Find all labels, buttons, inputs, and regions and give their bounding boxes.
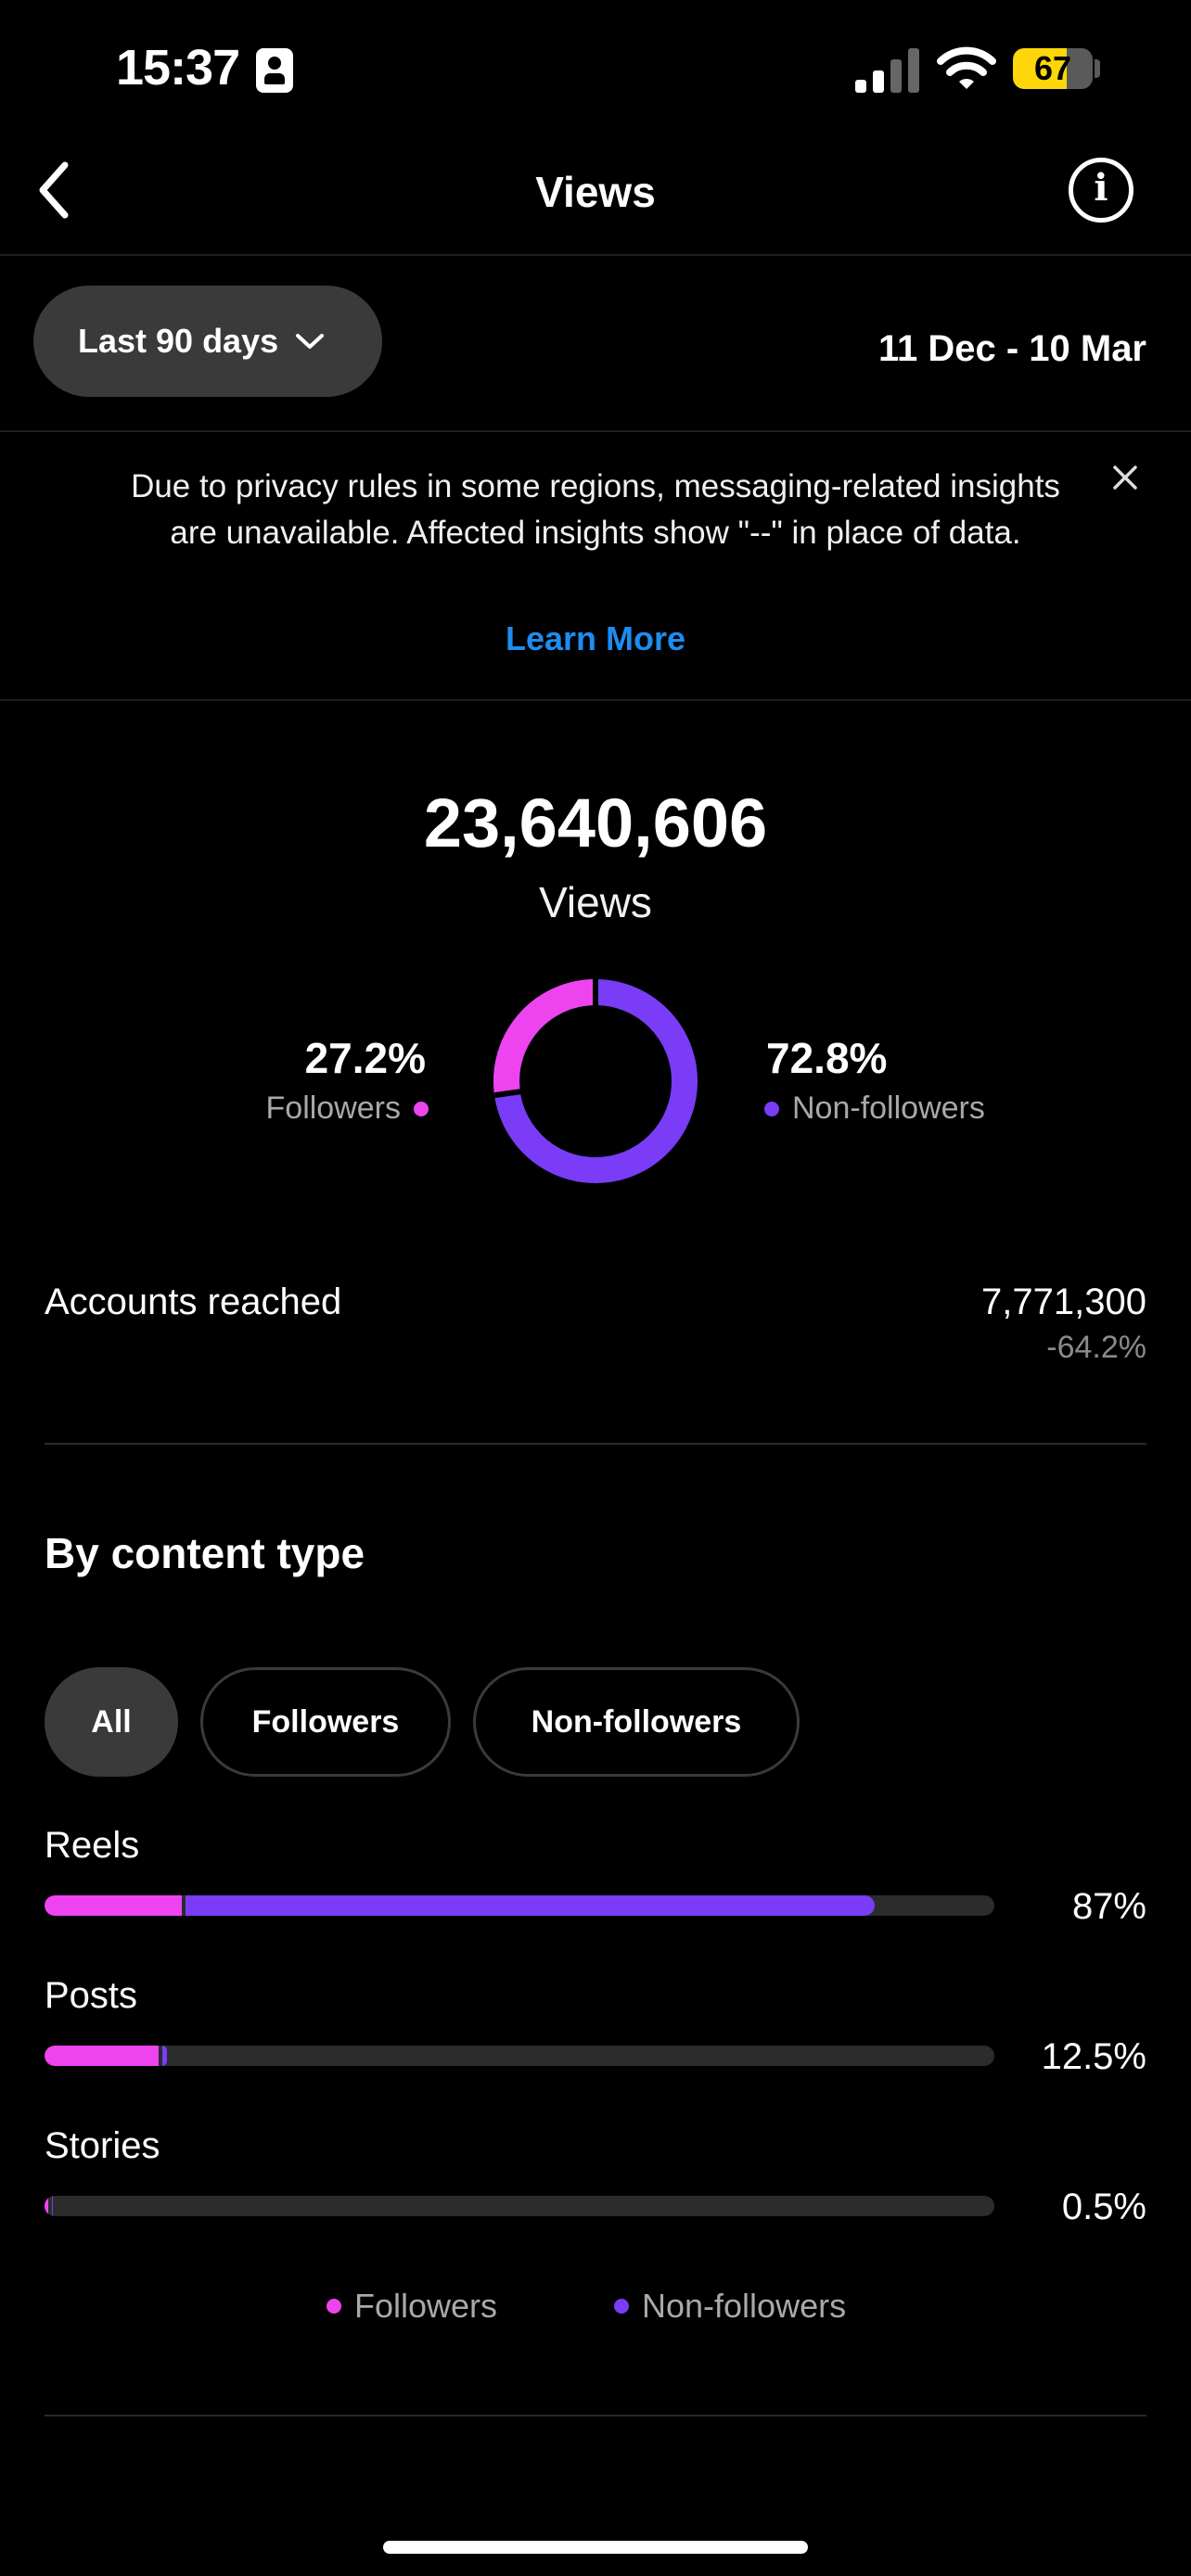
divider [45, 1443, 1146, 1445]
content-row-label: Stories [45, 2125, 160, 2166]
content-bar-track [45, 1895, 994, 1916]
chip-all[interactable]: All [45, 1667, 178, 1777]
chevron-down-icon [296, 334, 325, 349]
status-time: 15:37 [116, 40, 240, 96]
divider [0, 699, 1191, 701]
nonfollowers-dot [614, 2299, 629, 2314]
content-row-value: 0.5% [1061, 2187, 1146, 2227]
privacy-notice: Due to privacy rules in some regions, me… [131, 468, 1060, 551]
battery-percent: 67 [1033, 49, 1072, 87]
date-range-dropdown[interactable]: Last 90 days [33, 286, 382, 397]
nonfollowers-dot [764, 1101, 779, 1116]
views-label: Views [539, 878, 652, 926]
legend-nonfollowers: Non-followers [614, 2287, 846, 2326]
content-row-label: Posts [45, 1975, 138, 2016]
battery-nub [1095, 59, 1100, 78]
page-title: Views [535, 168, 656, 216]
followers-dot [327, 2299, 341, 2314]
date-range-text: 11 Dec - 10 Mar [877, 328, 1146, 369]
views-total: 23,640,606 [423, 784, 768, 861]
bar-followers-segment [45, 2046, 159, 2066]
accounts-reached-change: -64.2% [1046, 1330, 1146, 1365]
followers-legend: Followers [266, 1090, 429, 1127]
section-title: By content type [45, 1529, 365, 1577]
chip-followers[interactable]: Followers [200, 1667, 451, 1777]
bar-followers-segment [45, 1895, 183, 1916]
nonfollowers-percent: 72.8% [766, 1034, 888, 1082]
home-indicator[interactable] [383, 2541, 808, 2554]
bar-nonfollowers-segment [52, 2196, 54, 2216]
cellular-signal-icon [855, 46, 920, 93]
info-icon[interactable]: i [1069, 158, 1133, 223]
followers-label: Followers [265, 1090, 401, 1126]
bar-nonfollowers-segment [186, 1895, 875, 1916]
wifi-icon [937, 46, 996, 89]
content-row-label: Reels [45, 1825, 140, 1866]
nonfollowers-label: Non-followers [792, 1090, 985, 1126]
legend-label: Followers [354, 2287, 498, 2325]
nonfollowers-legend: Non-followers [764, 1090, 985, 1127]
close-icon[interactable] [1109, 462, 1141, 493]
bar-followers-segment [45, 2196, 49, 2216]
contact-card-icon [256, 48, 293, 93]
legend-followers: Followers [327, 2287, 497, 2326]
accounts-reached-value: 7,771,300 [981, 1282, 1146, 1322]
followers-percent: 27.2% [304, 1034, 426, 1082]
divider [0, 254, 1191, 256]
legend-label: Non-followers [642, 2287, 847, 2325]
followers-dot [414, 1101, 429, 1116]
content-row-value: 12.5% [1041, 2036, 1146, 2077]
date-range-label: Last 90 days [78, 322, 279, 360]
bar-nonfollowers-segment [161, 2046, 167, 2066]
donut-separator [493, 1089, 523, 1099]
divider [45, 2415, 1146, 2417]
content-bar-track [45, 2046, 994, 2066]
chip-nonfollowers[interactable]: Non-followers [473, 1667, 800, 1777]
learn-more-link[interactable]: Learn More [0, 619, 1191, 658]
accounts-reached-label: Accounts reached [45, 1282, 342, 1322]
battery-icon: 67 [1013, 48, 1093, 89]
content-bar-track [45, 2196, 994, 2216]
followers-donut-chart [493, 979, 698, 1183]
divider [0, 430, 1191, 432]
content-row-value: 87% [1071, 1886, 1146, 1927]
